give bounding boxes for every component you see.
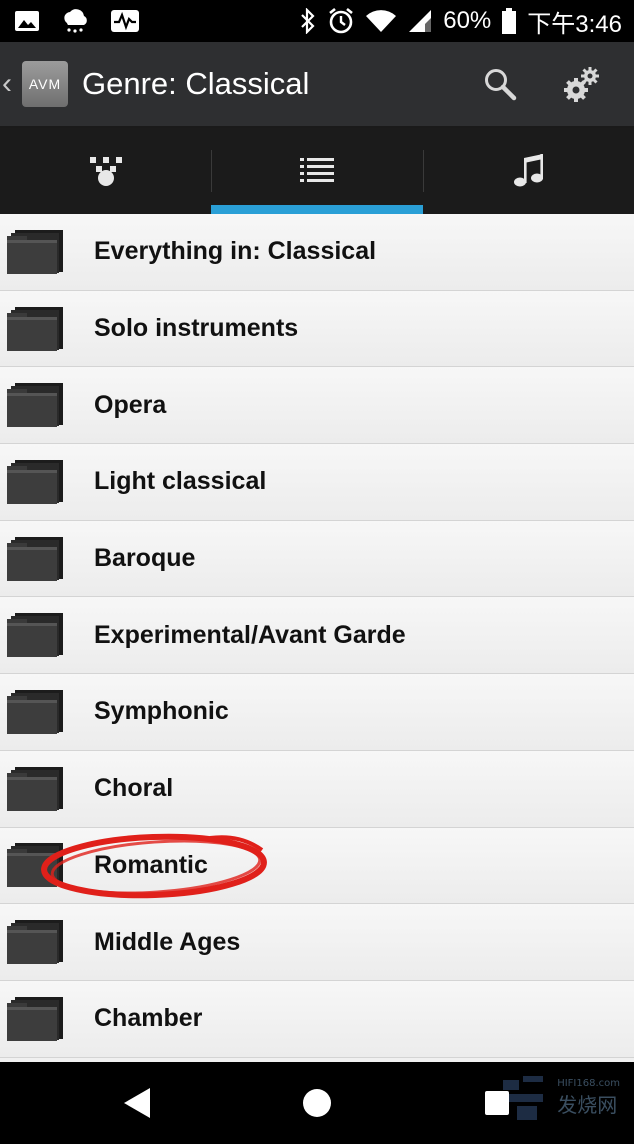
- watermark-text: 发烧网: [557, 1093, 618, 1117]
- image-icon: [15, 11, 39, 31]
- genre-list: Everything in: Classical Solo instruments…: [0, 214, 634, 1062]
- folder-icon: [7, 689, 63, 734]
- list-item-label: Solo instruments: [94, 314, 299, 343]
- list-item[interactable]: Solo instruments: [0, 290, 634, 368]
- list-item[interactable]: Opera: [0, 367, 634, 445]
- list-item-label: Symphonic: [94, 697, 229, 726]
- app-logo-text: AVM: [28, 76, 62, 92]
- alarm-icon: [329, 7, 354, 34]
- list-item-label: Opera: [94, 390, 167, 419]
- home-icon: [303, 1089, 331, 1117]
- nav-home-button[interactable]: [227, 1062, 407, 1144]
- watermark-url: HIFI168.com: [557, 1078, 620, 1089]
- battery-icon: [502, 8, 517, 34]
- music-note-icon: [514, 154, 544, 187]
- list-item[interactable]: Romantic: [0, 827, 634, 905]
- app-bar: ‹ AVM Genre: Classical: [0, 42, 634, 128]
- list-item-label: Romantic: [94, 850, 208, 879]
- folder-icon: [7, 383, 63, 428]
- navigation-bar: HIFI168.com 发烧网: [0, 1062, 634, 1144]
- status-bar: 60% 下午3:46: [0, 0, 634, 42]
- watermark-logo-icon: [503, 1076, 544, 1120]
- folder-icon: [7, 996, 63, 1041]
- tab-bar: [0, 128, 634, 214]
- list-item[interactable]: Baroque: [0, 520, 634, 598]
- list-item-label: Experimental/Avant Garde: [94, 620, 406, 649]
- list-item[interactable]: Chamber: [0, 980, 634, 1058]
- dots-icon: [89, 157, 122, 186]
- nav-back-button[interactable]: [47, 1062, 227, 1144]
- list-item[interactable]: Middle Ages: [0, 904, 634, 981]
- list-item[interactable]: Experimental/Avant Garde: [0, 597, 634, 675]
- list-item-label: Middle Ages: [94, 927, 241, 956]
- folder-icon: [7, 766, 63, 811]
- bluetooth-icon: [301, 8, 315, 34]
- search-button[interactable]: [470, 54, 530, 114]
- activity-icon: [111, 10, 139, 32]
- list-item[interactable]: Light classical: [0, 444, 634, 521]
- tab-browse[interactable]: [0, 128, 211, 214]
- folder-icon: [7, 613, 63, 658]
- watermark: HIFI168.com 发烧网: [499, 1072, 620, 1124]
- folder-icon: [7, 843, 63, 888]
- settings-button[interactable]: [552, 54, 612, 114]
- folder-icon: [7, 920, 63, 965]
- settings-icon: [564, 67, 599, 102]
- list-item-label: Everything in: Classical: [94, 237, 377, 266]
- signal-icon: [409, 10, 432, 32]
- folder-icon: [7, 536, 63, 581]
- tab-list[interactable]: [211, 128, 423, 214]
- folder-icon: [7, 229, 63, 274]
- wifi-icon: [366, 10, 397, 33]
- app-logo[interactable]: AVM: [22, 61, 68, 107]
- list-item-label: Light classical: [94, 467, 267, 496]
- back-chevron-icon[interactable]: ‹: [2, 67, 20, 101]
- folder-icon: [7, 459, 63, 504]
- weather-icon: [64, 9, 87, 33]
- search-icon: [485, 69, 517, 101]
- list-item-label: Choral: [94, 774, 174, 803]
- back-icon: [124, 1088, 150, 1118]
- list-item[interactable]: Choral: [0, 750, 634, 828]
- list-item-label: Baroque: [94, 544, 196, 573]
- battery-percent: 60%: [443, 7, 492, 34]
- list-item-label: Chamber: [94, 1004, 203, 1033]
- status-time: 下午3:46: [527, 10, 622, 38]
- folder-icon: [7, 306, 63, 351]
- tab-songs[interactable]: [422, 128, 634, 214]
- list-item[interactable]: Everything in: Classical: [0, 214, 634, 291]
- list-item[interactable]: Symphonic: [0, 674, 634, 751]
- page-title: Genre: Classical: [82, 66, 310, 101]
- list-icon: [299, 158, 334, 182]
